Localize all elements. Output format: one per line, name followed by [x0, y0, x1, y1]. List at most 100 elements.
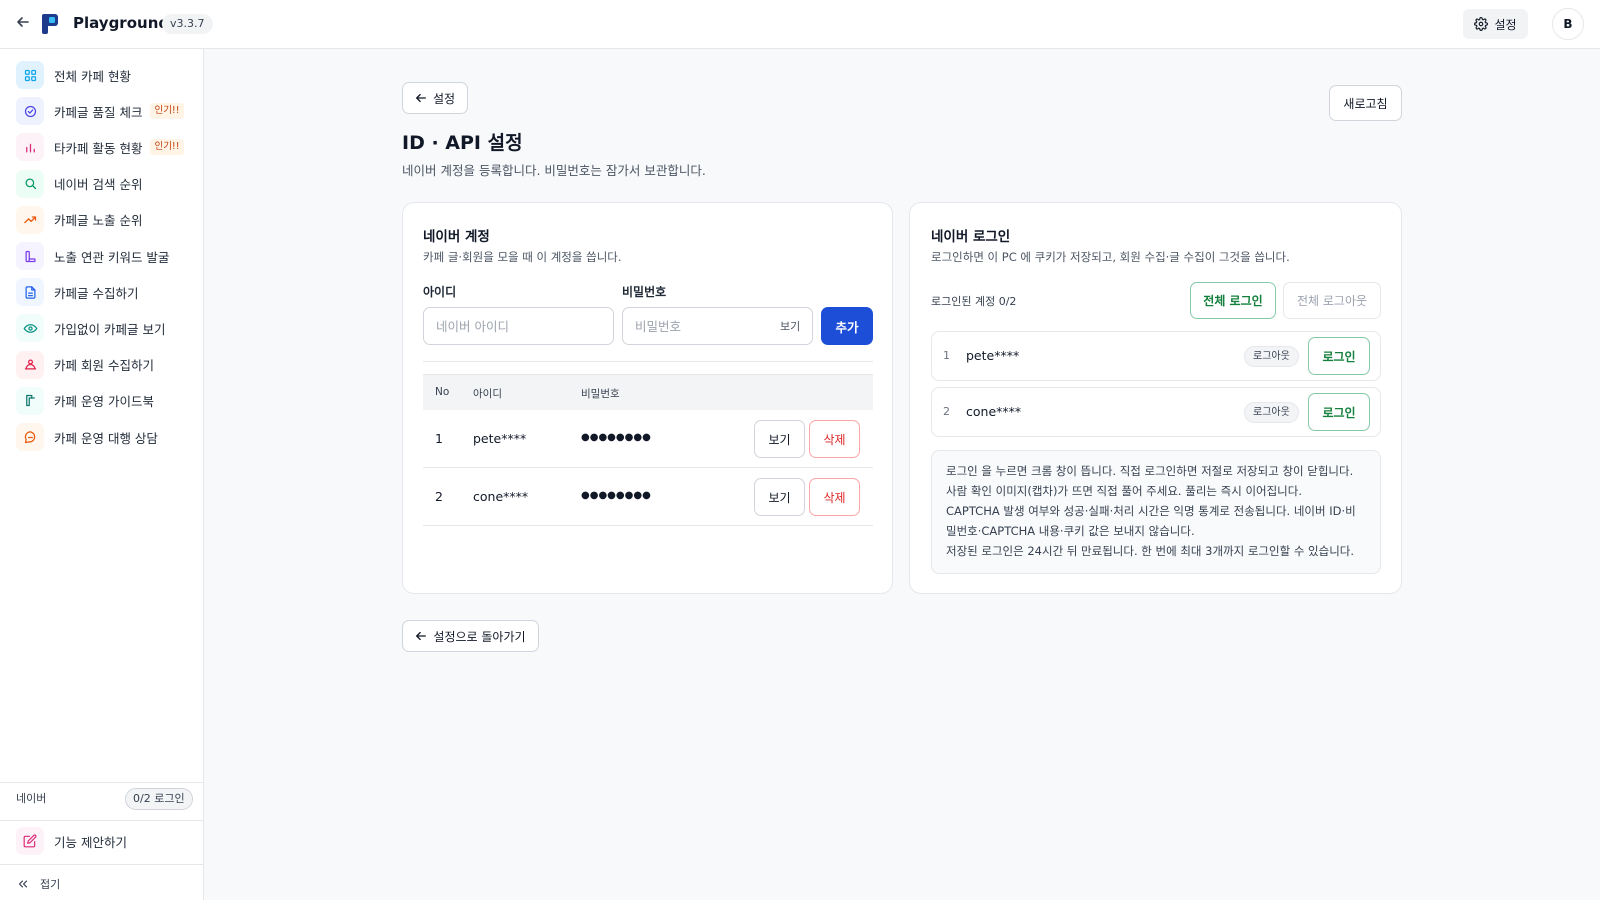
view-password-button[interactable]: 보기	[754, 420, 805, 458]
status-badge: 로그아웃	[1244, 346, 1299, 367]
sidebar-item-label: 카페 운영 가이드북	[54, 394, 154, 410]
sidebar-item-chat[interactable]: 카페 운영 대행 상담	[16, 422, 196, 452]
table-row: 2 cone**** ●●●●●●●● 보기 삭제	[423, 468, 873, 526]
return-label: 설정으로 돌아가기	[433, 629, 526, 644]
suggest-feature-button[interactable]: 기능 제안하기	[16, 826, 196, 856]
collapse-label: 접기	[40, 878, 61, 891]
naver-login-count-badge: 0/2 로그인	[125, 788, 193, 810]
account-id: pete****	[966, 348, 1020, 363]
row-password-masked: ●●●●●●●●	[581, 490, 651, 501]
column-header-password: 비밀번호	[581, 388, 620, 400]
login-all-button[interactable]: 전체 로그인	[1190, 282, 1276, 319]
account-login-button[interactable]: 로그인	[1308, 337, 1370, 375]
edit-icon	[16, 827, 44, 855]
account-card-title: 네이버 계정	[423, 229, 490, 245]
notice-line: 저장된 로그인은 24시간 뒤 만료됩니다. 한 번에 최대 3개까지 로그인할…	[946, 544, 1355, 558]
divider	[423, 361, 873, 362]
row-no: 2	[435, 489, 443, 504]
login-account-row: 2 cone**** 로그아웃 로그인	[931, 387, 1381, 437]
popular-badge: 인기!!	[150, 103, 184, 120]
account-table-header: No 아이디 비밀번호	[423, 374, 873, 410]
sidebar-item-label: 카페 회원 수집하기	[54, 358, 154, 374]
sidebar-item-chart[interactable]: 노출 연관 키워드 발굴	[16, 241, 196, 271]
account-login-button[interactable]: 로그인	[1308, 393, 1370, 431]
sidebar-item-label: 노출 연관 키워드 발굴	[54, 249, 170, 265]
sidebar-item-book[interactable]: 카페 운영 가이드북	[16, 386, 196, 416]
sidebar-divider	[0, 820, 204, 821]
notice-line: 로그인 을 누르면 크롬 창이 뜹니다. 직접 로그인하면 저절로 저장되고 창…	[946, 464, 1354, 478]
eye-icon	[16, 314, 44, 343]
id-field-label: 아이디	[423, 285, 457, 299]
chevrons-left-icon	[18, 880, 28, 888]
column-header-no: No	[435, 386, 450, 398]
sidebar-item-document[interactable]: 카페글 수집하기	[16, 277, 196, 307]
sidebar-item-bar-chart[interactable]: 타카페 활동 현황 인기!!	[16, 132, 196, 162]
view-password-button[interactable]: 보기	[754, 478, 805, 516]
sidebar-item-eye[interactable]: 가입없이 카페글 보기	[16, 313, 196, 343]
back-label: 설정	[432, 91, 456, 106]
app-logo-icon	[41, 13, 61, 35]
row-no: 1	[435, 431, 443, 446]
sidebar-item-label: 타카페 활동 현황	[54, 140, 143, 156]
refresh-button[interactable]: 새로고침	[1329, 85, 1402, 121]
sidebar-item-check-circle[interactable]: 카페글 품질 체크 인기!!	[16, 96, 196, 126]
collapse-sidebar-button[interactable]: 접기	[16, 876, 60, 892]
sidebar-item-label: 카페글 노출 순위	[54, 213, 143, 229]
bar-chart-icon	[16, 133, 44, 162]
sidebar-item-label: 카페 운영 대행 상담	[54, 430, 158, 446]
logged-in-count: 로그인된 계정 0/2	[931, 295, 1017, 308]
row-id: pete****	[473, 431, 527, 446]
settings-button[interactable]: 설정	[1463, 9, 1528, 39]
top-bar: Playground v3.3.7 설정 B	[0, 0, 1600, 49]
notice-line: 밀번호·CAPTCHA 내용·쿠키 값은 보내지 않습니다.	[946, 524, 1195, 538]
page-title: ID · API 설정	[402, 132, 523, 154]
delete-account-button[interactable]: 삭제	[809, 420, 860, 458]
login-card-title: 네이버 로그인	[931, 229, 1011, 245]
notice-line: CAPTCHA 발생 여부와 성공·실패·처리 시간은 익명 통계로 전송됩니다…	[946, 504, 1356, 518]
trending-up-icon	[16, 205, 44, 234]
suggest-feature-label: 기능 제안하기	[54, 834, 127, 850]
login-notice-box: 로그인 을 누르면 크롬 창이 뜹니다. 직접 로그인하면 저절로 저장되고 창…	[931, 450, 1381, 574]
account-id: cone****	[966, 404, 1022, 419]
back-arrow-icon[interactable]	[14, 15, 32, 33]
users-icon	[16, 350, 44, 379]
naver-status-label: 네이버	[16, 792, 47, 805]
sidebar-item-users[interactable]: 카페 회원 수집하기	[16, 350, 196, 380]
password-show-toggle[interactable]: 보기	[780, 318, 800, 334]
arrow-left-icon	[415, 93, 426, 103]
sidebar-item-search[interactable]: 네이버 검색 순위	[16, 169, 196, 199]
chart-icon	[16, 242, 44, 270]
sidebar-item-label: 카페글 수집하기	[54, 285, 139, 301]
naver-id-input[interactable]	[423, 307, 614, 345]
sidebar-divider	[0, 782, 204, 783]
sidebar-divider	[0, 864, 204, 865]
delete-account-button[interactable]: 삭제	[809, 478, 860, 516]
popular-badge: 인기!!	[150, 139, 184, 156]
logout-all-button[interactable]: 전체 로그아웃	[1283, 282, 1381, 319]
book-icon	[16, 386, 44, 415]
sidebar-item-grid[interactable]: 전체 카페 현황	[16, 60, 196, 90]
version-badge: v3.3.7	[162, 14, 213, 34]
account-card-subtitle: 카페 글·회원을 모을 때 이 계정을 씁니다.	[423, 250, 622, 264]
document-icon	[16, 278, 44, 307]
search-icon	[16, 169, 44, 198]
sidebar-item-label: 네이버 검색 순위	[54, 177, 143, 193]
password-field-label: 비밀번호	[622, 285, 667, 299]
return-to-settings-button[interactable]: 설정으로 돌아가기	[402, 620, 539, 652]
avatar[interactable]: B	[1552, 8, 1584, 40]
sidebar-item-label: 카페글 품질 체크	[54, 104, 143, 120]
sidebar-item-label: 전체 카페 현황	[54, 68, 131, 84]
page-subtitle: 네이버 계정을 등록합니다. 비밀번호는 잠가서 보관합니다.	[402, 163, 706, 178]
back-to-settings-button[interactable]: 설정	[402, 82, 468, 114]
arrow-left-icon	[416, 631, 427, 641]
status-badge: 로그아웃	[1244, 402, 1299, 423]
login-account-row: 1 pete**** 로그아웃 로그인	[931, 331, 1381, 381]
check-circle-icon	[16, 97, 44, 126]
add-account-button[interactable]: 추가	[821, 307, 873, 345]
table-row: 1 pete**** ●●●●●●●● 보기 삭제	[423, 410, 873, 468]
login-card-subtitle: 로그인하면 이 PC 에 쿠키가 저장되고, 회원 수집·글 수집이 그것을 씁…	[931, 250, 1290, 264]
app-title: Playground	[73, 14, 170, 32]
sidebar-item-trending-up[interactable]: 카페글 노출 순위	[16, 205, 196, 235]
sidebar: 전체 카페 현황 카페글 품질 체크 인기!! 타카페 활동 현황 인기!! 네이버 검색…	[0, 49, 204, 900]
notice-line: 사람 확인 이미지(캡차)가 뜨면 직접 풀어 주세요. 풀리는 즉시 이어집니…	[946, 484, 1303, 498]
